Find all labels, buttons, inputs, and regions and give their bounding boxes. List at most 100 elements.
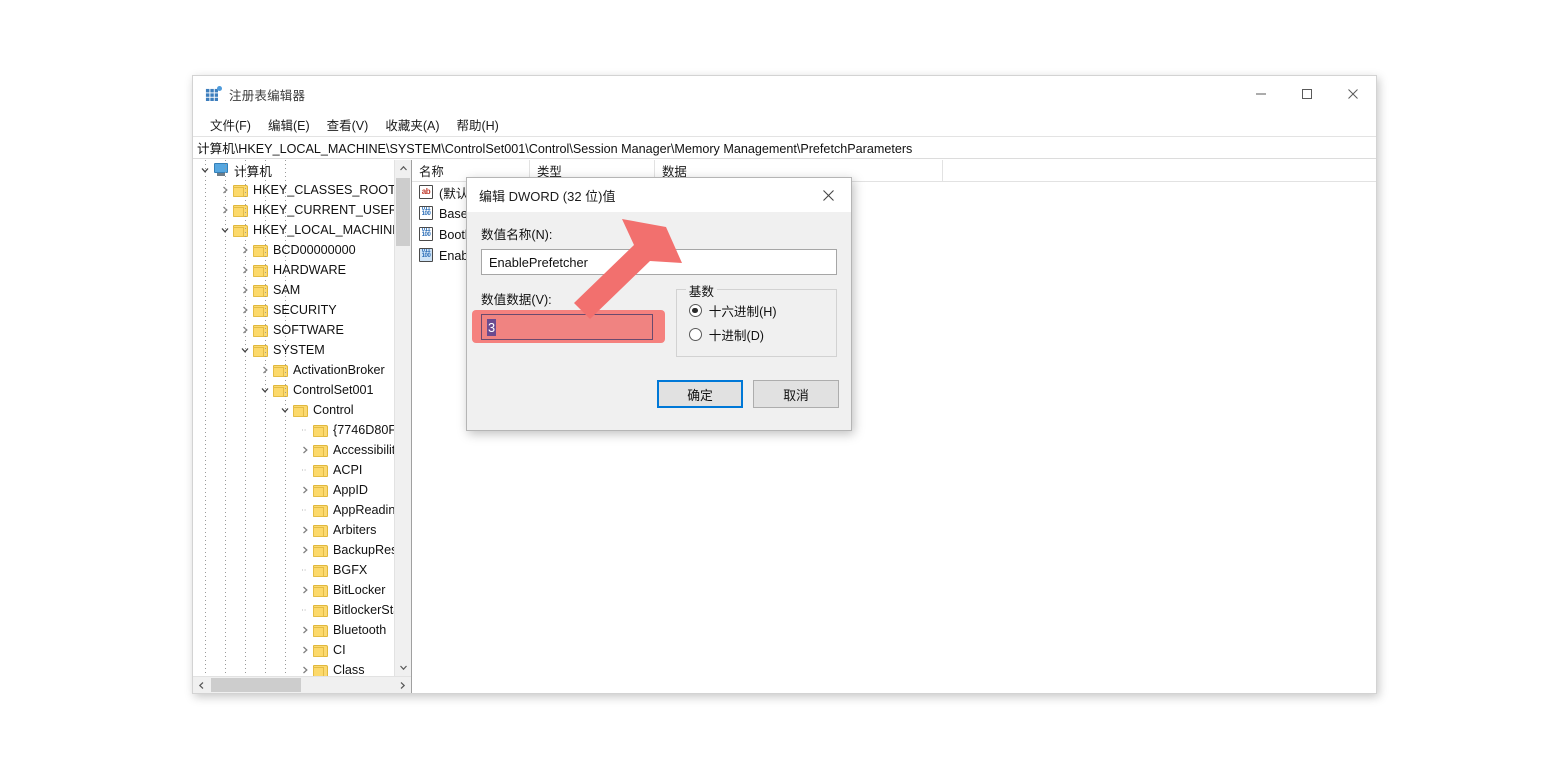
dword-value-icon: 011 100 (418, 206, 434, 221)
tree-horizontal-scroll-thumb[interactable] (211, 678, 301, 692)
tree-node[interactable]: AppID (193, 480, 394, 500)
folder-icon (313, 464, 328, 477)
registry-tree[interactable]: 计算机 HKEY_CLASSES_ROOT HKEY_CURRENT_USER HKE… (193, 160, 394, 676)
scroll-left-icon[interactable] (193, 676, 210, 693)
chevron-right-icon[interactable] (297, 440, 313, 460)
menu-favorites[interactable]: 收藏夹(A) (377, 113, 447, 136)
menu-edit[interactable]: 编辑(E) (260, 113, 318, 136)
ok-button[interactable]: 确定 (657, 380, 743, 408)
tree-horizontal-scrollbar[interactable] (193, 676, 411, 693)
radio-decimal[interactable]: 十进制(D) (688, 325, 836, 344)
tree-node-label: AccessibilityS (333, 443, 394, 457)
tree-node-label: AppReadines (333, 503, 394, 517)
value-data-input[interactable]: 3 (481, 314, 653, 340)
tree-node[interactable]: HKEY_CLASSES_ROOT (193, 180, 394, 200)
tree-node[interactable]: SYSTEM (193, 340, 394, 360)
tree-node-spacer (297, 460, 313, 480)
radio-decimal-label: 十进制(D) (708, 329, 764, 343)
scroll-up-icon[interactable] (395, 160, 411, 177)
tree-node[interactable]: ActivationBroker (193, 360, 394, 380)
folder-icon (313, 664, 328, 676)
folder-icon (313, 524, 328, 537)
chevron-right-icon[interactable] (297, 580, 313, 600)
chevron-right-icon[interactable] (297, 660, 313, 676)
tree-node[interactable]: SECURITY (193, 300, 394, 320)
menu-help[interactable]: 帮助(H) (448, 113, 506, 136)
tree-node-label: Class (333, 663, 365, 676)
radio-hexadecimal-icon[interactable] (688, 304, 702, 317)
tree-node[interactable]: AppReadines (193, 500, 394, 520)
radio-decimal-icon[interactable] (688, 328, 702, 341)
tree-node[interactable]: ControlSet001 (193, 380, 394, 400)
value-data-group: 数值数据(V): 3 (472, 289, 665, 357)
tree-node-label: BackupResto (333, 543, 394, 557)
tree-node-label: ControlSet001 (293, 383, 374, 397)
tree-node[interactable]: HARDWARE (193, 260, 394, 280)
minimize-icon[interactable] (1238, 76, 1284, 112)
dialog-body: 数值名称(N): EnablePrefetcher 数值数据(V): 3 基数 … (467, 212, 851, 357)
value-name-input[interactable]: EnablePrefetcher (481, 249, 837, 275)
tree-node[interactable]: {7746D80F-97 (193, 420, 394, 440)
maximize-icon[interactable] (1284, 76, 1330, 112)
dword-value-icon: 011 100 (418, 248, 434, 263)
tree-node[interactable]: AccessibilityS (193, 440, 394, 460)
tree-node[interactable]: Control (193, 400, 394, 420)
tree-vertical-scroll-thumb[interactable] (396, 178, 410, 246)
tree-node[interactable]: Bluetooth (193, 620, 394, 640)
tree-guide-line (205, 160, 206, 676)
dialog-buttons: 确定 取消 (647, 380, 839, 408)
tree-node-label: Bluetooth (333, 623, 387, 637)
tree-node[interactable]: HKEY_LOCAL_MACHINE (193, 220, 394, 240)
tree-node-label: CI (333, 643, 346, 657)
tree-node-label: AppID (333, 483, 369, 497)
folder-icon (313, 564, 328, 577)
folder-icon (293, 404, 308, 417)
tree-node-label: SECURITY (273, 303, 337, 317)
value-name-cell: Bootl (439, 227, 468, 242)
folder-icon (313, 584, 328, 597)
tree-node[interactable]: BCD00000000 (193, 240, 394, 260)
chevron-right-icon[interactable] (297, 540, 313, 560)
cancel-button[interactable]: 取消 (753, 380, 839, 408)
chevron-right-icon[interactable] (297, 620, 313, 640)
tree-node-label: BGFX (333, 563, 368, 577)
tree-node[interactable]: BackupResto (193, 540, 394, 560)
menu-file[interactable]: 文件(F) (202, 113, 259, 136)
chevron-right-icon[interactable] (297, 520, 313, 540)
tree-node[interactable]: Class (193, 660, 394, 676)
tree-node[interactable]: CI (193, 640, 394, 660)
folder-icon (313, 624, 328, 637)
scroll-right-icon[interactable] (394, 677, 411, 693)
dialog-title: 编辑 DWORD (32 位)值 (479, 188, 616, 204)
tree-node[interactable]: BitLocker (193, 580, 394, 600)
tree-node[interactable]: BitlockerStatu (193, 600, 394, 620)
tree-node[interactable]: Arbiters (193, 520, 394, 540)
tree-guide-line (265, 160, 266, 676)
tree-guide-line (245, 160, 246, 676)
scroll-down-icon[interactable] (395, 659, 411, 676)
tree-vertical-scrollbar[interactable] (394, 160, 411, 676)
folder-icon (313, 424, 328, 437)
folder-icon (313, 504, 328, 517)
window-controls (1238, 76, 1376, 112)
folder-icon (313, 544, 328, 557)
menu-view[interactable]: 查看(V) (319, 113, 377, 136)
tree-node[interactable]: 计算机 (193, 160, 394, 180)
tree-node[interactable]: HKEY_CURRENT_USER (193, 200, 394, 220)
address-bar[interactable]: 计算机\HKEY_LOCAL_MACHINE\SYSTEM\ControlSet… (193, 136, 1376, 159)
tree-node-label: {7746D80F-97 (333, 423, 394, 437)
chevron-right-icon[interactable] (297, 480, 313, 500)
tree-node-label: ACPI (333, 463, 363, 477)
registry-editor-icon (205, 86, 222, 102)
chevron-right-icon[interactable] (297, 640, 313, 660)
tree-node-spacer (297, 560, 313, 580)
folder-icon (313, 604, 328, 617)
close-icon[interactable] (1330, 76, 1376, 112)
tree-node[interactable]: SOFTWARE (193, 320, 394, 340)
tree-node[interactable]: ACPI (193, 460, 394, 480)
tree-node[interactable]: SAM (193, 280, 394, 300)
tree-node[interactable]: BGFX (193, 560, 394, 580)
value-data-text: 3 (487, 318, 497, 336)
radio-hexadecimal[interactable]: 十六进制(H) (688, 301, 836, 320)
dialog-close-icon[interactable] (806, 178, 851, 212)
